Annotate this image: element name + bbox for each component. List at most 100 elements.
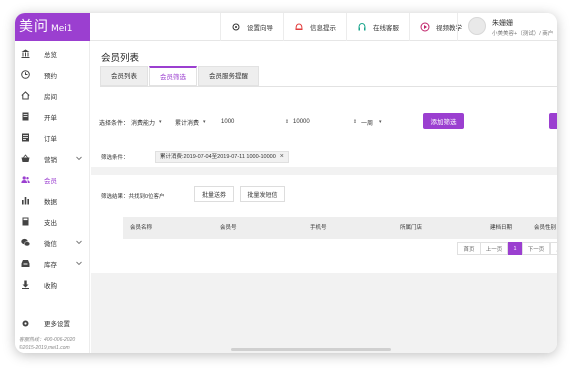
results-label: 筛选结果：共找到0位客户 [101,194,165,200]
sidebar-item-label: 预约 [44,72,57,80]
stepper-icon: ⇕ [352,119,358,125]
nav-label: 设置向导 [247,25,273,32]
tab-service-reminder[interactable]: 会员服务提醒 [198,66,259,86]
sidebar-item-overview[interactable]: 总览 [15,43,89,64]
sidebar-item-purchase[interactable]: 收购 [15,274,89,295]
list-icon [21,133,30,142]
max-value-input[interactable]: 10000 ⇕ [293,115,361,129]
table-header: 会员名称 会员号 手机号 所属门店 建档日期 会员性别 [123,217,557,239]
select-value: 累计消费 [175,120,200,127]
nav-setup-guide[interactable]: 设置向导 [220,13,283,41]
play-icon [420,22,430,32]
chip-text: 累计消费:2019-07-04至2019-07-11 1000-10000 [160,154,276,160]
pager-last[interactable]: 尾页 [550,242,557,255]
document-icon [21,112,30,121]
sidebar-item-label: 微信 [44,240,57,248]
sidebar-item-members[interactable]: 会员 [15,169,89,190]
headset-icon [357,22,367,32]
batch-sms-button[interactable]: 批量发短信 [240,186,285,202]
sidebar-item-label: 数据 [44,198,57,206]
condition-select-2[interactable]: 累计消费 ▾ [175,115,221,129]
column-header: 建档日期 [490,225,513,231]
sidebar-item-label: 订单 [44,135,57,143]
sidebar-item-wechat[interactable]: 微信 [15,232,89,253]
sidebar-footer: 客服热线：400-006-2020 ©2015-2019,mei1.com [19,336,75,352]
users-icon [21,175,30,184]
logo-cn: 美问 [19,19,49,35]
app-window: 美问 Mei1 设置向导 信息提示 在线客服 视频教学 朱姗姗 小美美容+（测试… [15,13,557,353]
filter-row: 选择条件： 消费能力 ▾ 累计消费 ▾ 1000 ⇕ 10000 ⇕ 一周 ▾ [99,115,397,129]
add-filter-button[interactable]: 添加筛选 [423,113,464,129]
select-value: 一周 [361,120,374,127]
sidebar-item-label: 开单 [44,114,57,122]
close-icon[interactable]: × [280,152,284,162]
bar-chart-icon [21,196,30,205]
chevron-down-icon [76,261,82,266]
nav-label: 在线客服 [373,25,399,32]
min-value-input[interactable]: 1000 ⇕ [221,115,293,129]
basket-icon [21,154,30,163]
pager-current[interactable]: 1 [508,242,522,255]
copyright-text: ©2015-2019,mei1.com [19,345,70,351]
filter-chip: 累计消费:2019-07-04至2019-07-11 1000-10000 × [155,151,289,163]
filter-card: 会员列表 会员列表 会员筛选 会员服务提醒 选择条件： 消费能力 ▾ 累计消费 ▾ … [91,41,557,167]
sidebar-item-expenses[interactable]: 支出 [15,211,89,232]
export-button[interactable]: 导出 [549,113,557,129]
nav-online-service[interactable]: 在线客服 [346,13,409,41]
sidebar-item-appointment[interactable]: 预约 [15,64,89,85]
pager-next[interactable]: 下一页 [522,242,550,255]
tab-member-list[interactable]: 会员列表 [100,66,148,86]
pager-first[interactable]: 首页 [457,242,481,255]
avatar [468,17,486,35]
user-menu[interactable]: 朱姗姗 小美美容+（测试）/ 商户 [457,13,557,41]
main-content: 会员列表 会员列表 会员筛选 会员服务提醒 选择条件： 消费能力 ▾ 累计消费 ▾ … [91,41,557,353]
sidebar: 总览 预约 房间 开单 订单 营销 会员 数据 支出 微信 库存 收购 更多设置… [15,41,90,353]
sidebar-item-inventory[interactable]: 库存 [15,253,89,274]
inbox-icon [21,259,30,268]
user-store: 小美美容+（测试）/ 商户 [492,31,554,37]
top-nav: 设置向导 信息提示 在线客服 视频教学 [220,13,472,41]
brand-logo[interactable]: 美问 Mei1 [15,13,90,41]
nav-label: 信息提示 [310,25,336,32]
caret-down-icon: ▾ [379,119,382,125]
conditions-label: 筛选条件： [101,155,129,161]
sidebar-item-orders[interactable]: 订单 [15,127,89,148]
download-icon [21,280,30,289]
column-header: 手机号 [310,225,327,231]
tab-bar: 会员列表 会员筛选 会员服务提醒 [100,66,260,86]
condition-select-1[interactable]: 消费能力 ▾ [131,115,175,129]
pager-prev[interactable]: 上一页 [480,242,508,255]
sidebar-item-data[interactable]: 数据 [15,190,89,211]
select-value: 消费能力 [131,120,156,127]
nav-notifications[interactable]: 信息提示 [283,13,346,41]
caret-down-icon: ▾ [203,119,206,125]
sidebar-more-settings[interactable]: 更多设置 [21,318,70,328]
sidebar-item-marketing[interactable]: 营销 [15,148,89,169]
top-bar: 美问 Mei1 设置向导 信息提示 在线客服 视频教学 朱姗姗 小美美容+（测试… [15,13,557,41]
sidebar-item-room[interactable]: 房间 [15,85,89,106]
home-icon [21,91,30,100]
column-header: 会员名称 [130,225,153,231]
chevron-down-icon [76,156,82,161]
sidebar-item-label: 房间 [44,93,57,101]
user-name: 朱姗姗 [492,20,513,27]
filter-label: 选择条件： [99,120,130,127]
stepper-icon: ⇕ [284,119,290,125]
scrollbar[interactable] [231,348,391,351]
sidebar-item-label: 支出 [44,219,57,227]
logo-en: Mei1 [51,24,73,34]
tab-member-filter[interactable]: 会员筛选 [149,66,197,86]
chevron-down-icon [76,240,82,245]
bank-icon [21,49,30,58]
sidebar-item-label: 会员 [44,177,57,185]
gear-icon [21,319,30,328]
period-select[interactable]: 一周 ▾ [361,115,397,129]
sidebar-item-billing[interactable]: 开单 [15,106,89,127]
hotline-text: 客服热线：400-006-2020 [19,337,76,343]
sidebar-item-label: 收购 [44,282,57,290]
column-header: 所属门店 [400,225,423,231]
batch-coupon-button[interactable]: 批量送券 [194,186,234,202]
input-value: 1000 [221,119,235,125]
sidebar-item-label: 营销 [44,156,57,164]
sidebar-item-label: 总览 [44,51,57,59]
